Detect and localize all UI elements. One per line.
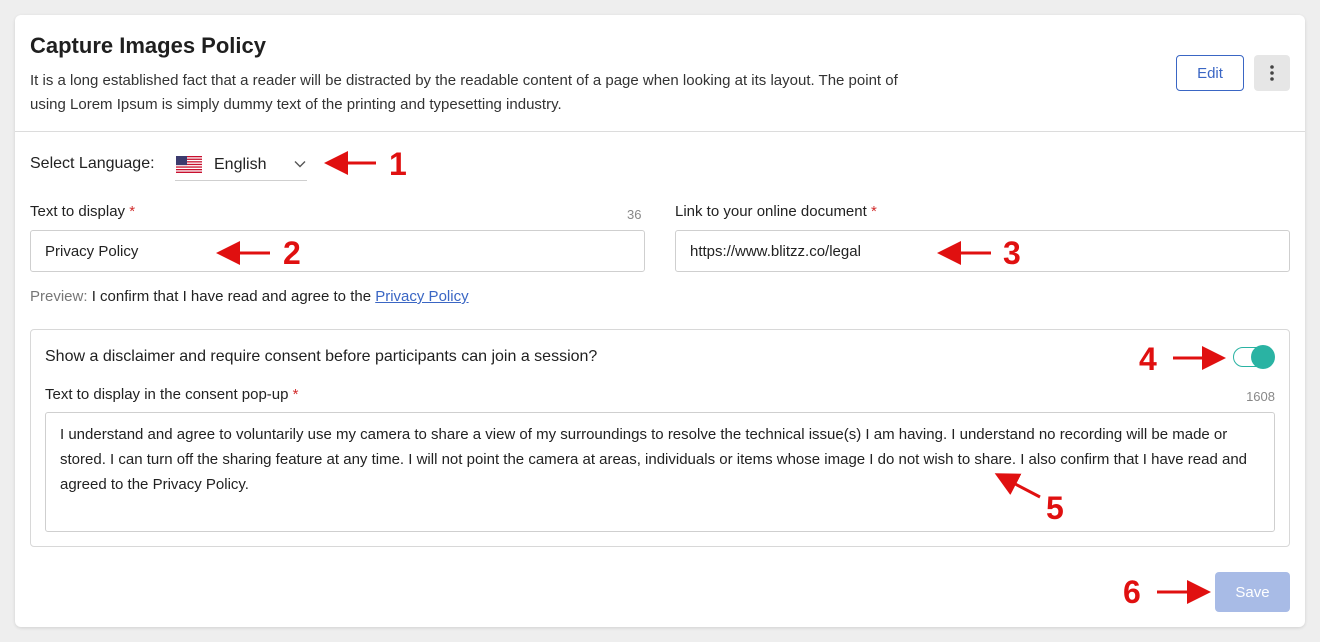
toggle-knob bbox=[1251, 345, 1275, 369]
more-vertical-icon bbox=[1270, 65, 1274, 81]
header-divider bbox=[15, 131, 1305, 132]
preview-label: Preview: bbox=[30, 288, 88, 305]
us-flag-icon bbox=[176, 156, 202, 173]
language-value: English bbox=[214, 155, 267, 173]
text-to-display-label: Text to display * bbox=[30, 203, 136, 220]
policy-card: Capture Images Policy It is a long estab… bbox=[15, 15, 1305, 627]
text-to-display-input[interactable]: Privacy Policy bbox=[30, 230, 645, 272]
chevron-down-icon bbox=[294, 161, 306, 168]
disclaimer-section: Show a disclaimer and require consent be… bbox=[30, 329, 1290, 547]
disclaimer-question: Show a disclaimer and require consent be… bbox=[45, 348, 598, 365]
required-mark: * bbox=[870, 203, 877, 220]
edit-button[interactable]: Edit bbox=[1176, 55, 1244, 91]
preview-link[interactable]: Privacy Policy bbox=[375, 288, 468, 305]
more-options-button[interactable] bbox=[1254, 55, 1290, 91]
document-link-input[interactable]: https://www.blitzz.co/legal bbox=[675, 230, 1290, 272]
consent-count: 1608 bbox=[1246, 389, 1275, 404]
preview-line: Preview: I confirm that I have read and … bbox=[30, 288, 469, 305]
required-mark: * bbox=[129, 203, 136, 220]
consent-label: Text to display in the consent pop-up * bbox=[45, 386, 299, 403]
language-select[interactable]: English bbox=[175, 149, 307, 181]
document-link-label: Link to your online document * bbox=[675, 203, 877, 220]
preview-text: I confirm that I have read and agree to … bbox=[91, 288, 372, 305]
language-label: Select Language: bbox=[30, 155, 155, 172]
page-description: It is a long established fact that a rea… bbox=[30, 72, 898, 113]
disclaimer-toggle[interactable] bbox=[1233, 345, 1275, 369]
consent-textarea[interactable]: I understand and agree to voluntarily us… bbox=[45, 412, 1275, 532]
save-button[interactable]: Save bbox=[1215, 572, 1290, 612]
page-title: Capture Images Policy bbox=[30, 33, 266, 58]
text-to-display-count: 36 bbox=[627, 207, 642, 222]
required-mark: * bbox=[292, 386, 299, 403]
